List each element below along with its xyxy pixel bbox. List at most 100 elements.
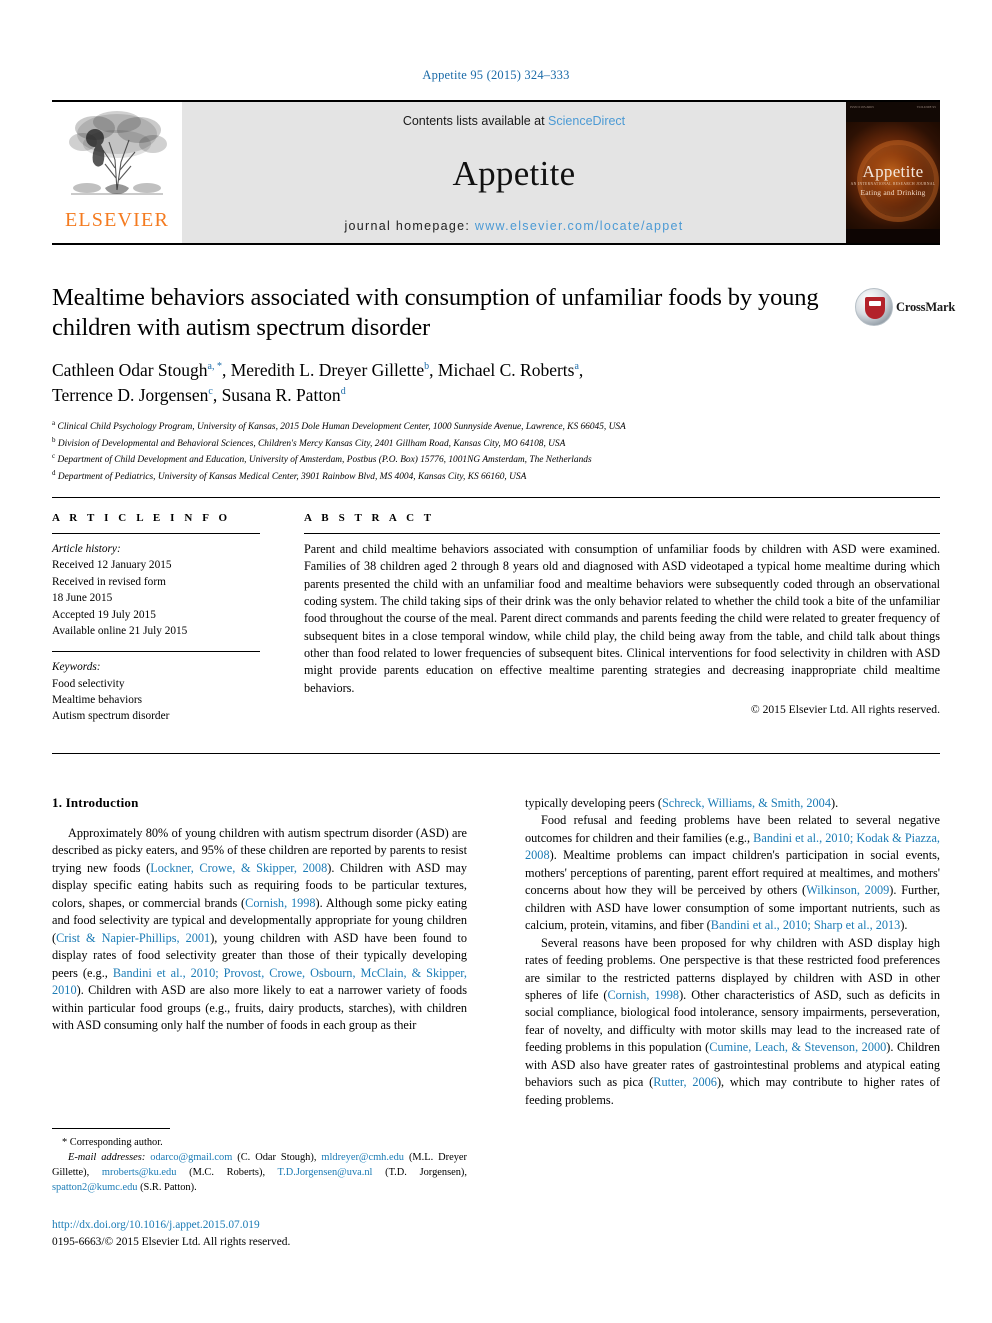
paragraph: Approximately 80% of young children with… — [52, 826, 467, 1032]
author-name: Susana R. Patton — [221, 384, 341, 405]
affiliation-item: d Department of Pediatrics, University o… — [52, 468, 842, 484]
affiliation-mark: b — [52, 435, 56, 444]
article-history-group: Article history: Received 12 January 201… — [52, 541, 260, 639]
cover-subtitle-1: AN INTERNATIONAL RESEARCH JOURNAL — [850, 182, 936, 186]
email-link[interactable]: T.D.Jorgensen@uva.nl — [278, 1167, 373, 1178]
crossmark-icon — [855, 288, 893, 326]
author-list: Cathleen Odar Stougha, *, Meredith L. Dr… — [52, 359, 584, 405]
doi-link[interactable]: http://dx.doi.org/10.1016/j.appet.2015.0… — [52, 1217, 467, 1234]
cover-journal-title: Appetite — [862, 162, 924, 181]
journal-article-page: Appetite 95 (2015) 324–333 ELSEVIER Cont… — [0, 0, 992, 1323]
crossmark-label: CrossMark — [896, 300, 956, 314]
article-history-item: Available online 21 July 2015 — [52, 624, 188, 637]
citation-link[interactable]: Rutter, 2006 — [653, 1075, 717, 1089]
body-column-left: 1. Introduction Approximately 80% of you… — [52, 795, 467, 1109]
journal-header-center: Contents lists available at ScienceDirec… — [182, 102, 846, 243]
email-owner: (C. Odar Stough) — [237, 1152, 314, 1164]
elsevier-logo: ELSEVIER — [52, 102, 182, 243]
section-heading-introduction: 1. Introduction — [52, 795, 139, 810]
email-link[interactable]: mroberts@ku.edu — [102, 1167, 177, 1178]
email-link[interactable]: spatton2@kumc.edu — [52, 1182, 137, 1193]
journal-title: Appetite — [452, 154, 576, 193]
article-history-label: Article history: — [52, 543, 121, 555]
paragraph: Food refusal and feeding problems have b… — [525, 813, 940, 933]
citation-link[interactable]: Bandini et al., 2010; Provost, Crowe, Os… — [52, 966, 467, 997]
email-owner: (S.R. Patton) — [140, 1182, 195, 1194]
keyword-item: Mealtime behaviors — [52, 694, 143, 706]
keywords-group: Keywords: Food selectivity Mealtime beha… — [52, 659, 260, 725]
article-info-abstract-section: A R T I C L E I N F O Article history: R… — [52, 497, 940, 754]
article-history-item: Accepted 19 July 2015 — [52, 608, 156, 621]
author-name: Cathleen Odar Stough — [52, 359, 208, 380]
citation-link[interactable]: Wilkinson, 2009 — [806, 883, 889, 897]
page-title: Mealtime behaviors associated with consu… — [52, 284, 819, 342]
citation-link[interactable]: Cumine, Leach, & Stevenson, 2000 — [709, 1040, 886, 1054]
affiliation-item: b Division of Developmental and Behavior… — [52, 435, 842, 451]
journal-cover-thumbnail: ISSN 0195-6663 VOLUME 95 Appetite AN INT… — [846, 102, 940, 243]
affiliation-text: Department of Child Development and Educ… — [57, 455, 592, 466]
abstract-rule — [304, 533, 940, 534]
author-name: Michael C. Roberts — [437, 359, 575, 380]
citation-link[interactable]: Bandini et al., 2010; Sharp et al., 2013 — [711, 918, 901, 932]
affiliation-list: a Clinical Child Psychology Program, Uni… — [52, 418, 842, 484]
affiliation-text: Clinical Child Psychology Program, Unive… — [57, 422, 626, 433]
elsevier-wordmark: ELSEVIER — [64, 209, 170, 231]
citation-link[interactable]: Crist & Napier-Phillips, 2001 — [56, 931, 210, 945]
footnote-rule — [52, 1128, 170, 1129]
author-name: Terrence D. Jorgensen — [52, 384, 209, 405]
affiliation-item: a Clinical Child Psychology Program, Uni… — [52, 418, 842, 434]
doi-block: http://dx.doi.org/10.1016/j.appet.2015.0… — [52, 1217, 467, 1251]
abstract-copyright: © 2015 Elsevier Ltd. All rights reserved… — [750, 702, 940, 716]
body-column-right: typically developing peers (Schreck, Wil… — [525, 795, 940, 1109]
citation-link[interactable]: Schreck, Williams, & Smith, 2004 — [662, 796, 831, 810]
affiliation-item: c Department of Child Development and Ed… — [52, 451, 842, 467]
sciencedirect-link[interactable]: ScienceDirect — [548, 114, 625, 128]
email-owner: (T.D. Jorgensen) — [385, 1167, 465, 1179]
citation-link[interactable]: Cornish, 1998 — [245, 896, 315, 910]
article-history-item: Received in revised form — [52, 575, 166, 588]
cover-top-bar: ISSN 0195-6663 VOLUME 95 — [846, 102, 940, 122]
keywords-label: Keywords: — [52, 661, 101, 674]
cover-volume-text: VOLUME 95 — [916, 105, 936, 109]
abstract-text: Parent and child mealtime behaviors asso… — [304, 542, 940, 695]
keyword-item: Autism spectrum disorder — [52, 710, 170, 723]
article-info-rule — [52, 533, 260, 534]
cover-issn-text: ISSN 0195-6663 — [850, 105, 874, 109]
cover-subtitle-2: Eating and Drinking — [860, 188, 926, 197]
abstract-column: A B S T R A C T Parent and child mealtim… — [304, 512, 940, 737]
journal-header-band: ELSEVIER Contents lists available at Sci… — [52, 100, 940, 245]
title-block: Mealtime behaviors associated with consu… — [52, 283, 842, 484]
citation-link[interactable]: Lockner, Crowe, & Skipper, 2008 — [150, 861, 327, 875]
email-link[interactable]: mldreyer@cmh.edu — [321, 1152, 404, 1163]
footnote-area: * Corresponding author. E-mail addresses… — [52, 1128, 467, 1252]
journal-homepage-link[interactable]: www.elsevier.com/locate/appet — [475, 219, 684, 233]
article-info-heading: A R T I C L E I N F O — [52, 512, 231, 524]
affiliation-mark: c — [52, 452, 56, 461]
email-addresses-note: E-mail addresses: odarco@gmail.com (C. O… — [52, 1152, 467, 1194]
author-name: Meredith L. Dreyer Gillette — [230, 359, 425, 380]
running-head: Appetite 95 (2015) 324–333 — [422, 68, 570, 82]
email-owner: (M.C. Roberts) — [189, 1167, 263, 1179]
elsevier-tree-icon — [69, 111, 167, 195]
article-history-item: Received 12 January 2015 — [52, 559, 172, 572]
contents-available-line: Contents lists available at ScienceDirec… — [403, 114, 625, 128]
homepage-prefix-text: journal homepage: — [344, 219, 475, 233]
affiliation-text: Department of Pediatrics, University of … — [57, 471, 527, 482]
citation-link[interactable]: Bandini et al., 2010; Kodak & Piazza, 20… — [525, 831, 940, 862]
cover-bottom-bar — [846, 229, 940, 243]
author-affiliation-mark: a, * — [207, 360, 222, 372]
affiliation-mark: a — [52, 419, 56, 428]
citation-link[interactable]: Cornish, 1998 — [607, 988, 679, 1002]
email-link[interactable]: odarco@gmail.com — [150, 1152, 232, 1163]
article-info-column: A R T I C L E I N F O Article history: R… — [52, 512, 260, 737]
corresponding-author-note: * Corresponding author. — [62, 1137, 163, 1148]
paragraph: Several reasons have been proposed for w… — [525, 935, 941, 1107]
author-affiliation-mark: a — [574, 360, 579, 372]
paragraph: typically developing peers (Schreck, Wil… — [525, 796, 839, 810]
abstract-heading: A B S T R A C T — [304, 512, 435, 524]
author-affiliation-mark: d — [340, 385, 346, 397]
author-affiliation-mark: b — [424, 360, 430, 372]
journal-homepage-line: journal homepage: www.elsevier.com/locat… — [344, 219, 683, 233]
article-history-item: 18 June 2015 — [52, 592, 113, 605]
crossmark-badge[interactable]: CrossMark — [855, 288, 955, 336]
